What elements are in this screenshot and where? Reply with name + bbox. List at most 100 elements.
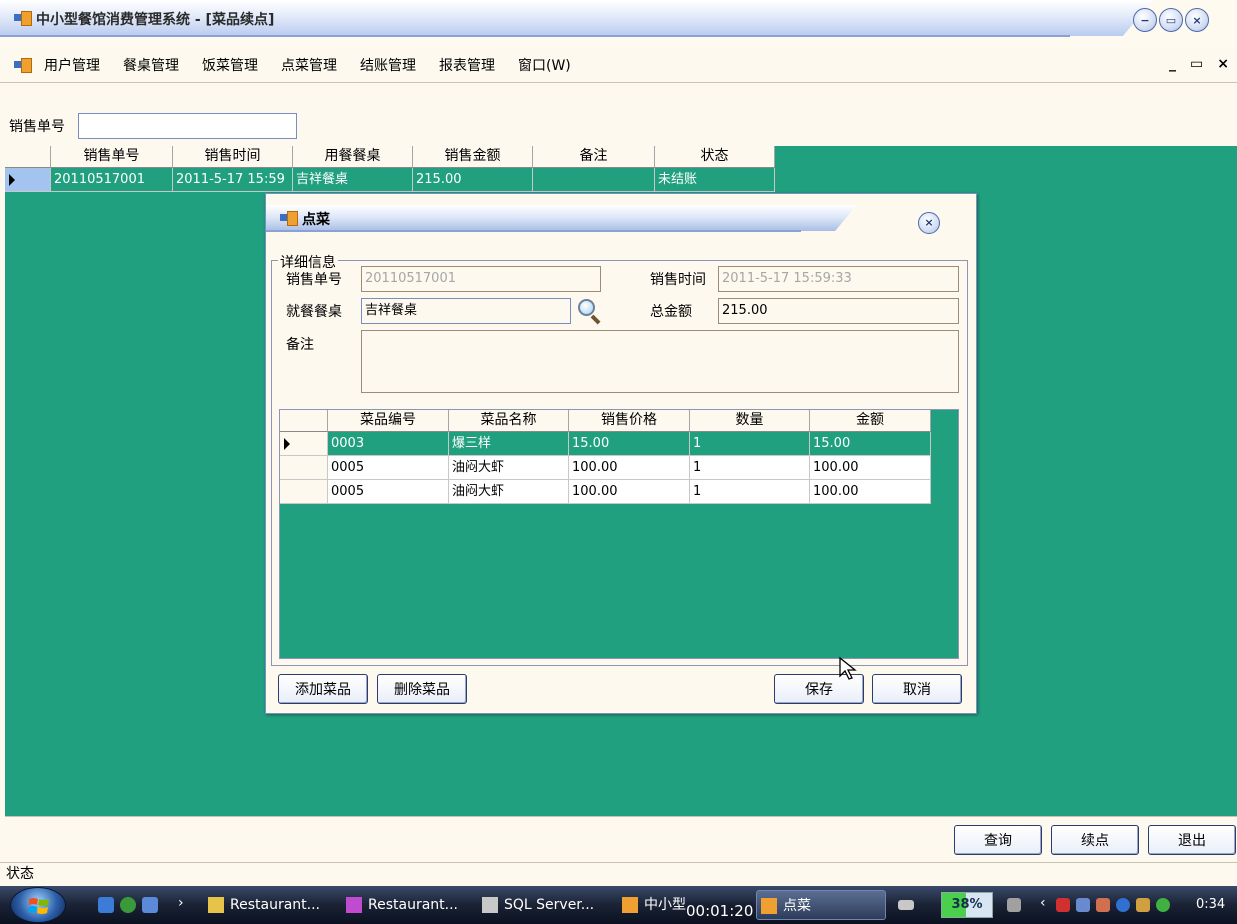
clock[interactable]: 0:34	[1196, 897, 1225, 912]
cell-dish-amount[interactable]: 100.00	[810, 480, 931, 504]
search-icon[interactable]	[576, 297, 602, 325]
cell-status[interactable]: 未结账	[655, 168, 775, 192]
cell-sale-price[interactable]: 100.00	[569, 480, 690, 504]
windows-taskbar: › Restaurant... Restaurant... SQL Server…	[0, 886, 1237, 924]
delete-dish-button[interactable]: 删除菜品	[377, 674, 467, 704]
show-desktop-icon[interactable]	[142, 897, 158, 913]
ie-quicklaunch-icon[interactable]	[98, 897, 114, 913]
menu-report-management[interactable]: 报表管理	[439, 55, 495, 75]
cell-sale-time[interactable]: 2011-5-17 15:59	[173, 168, 293, 192]
cell-dish-code[interactable]: 0005	[328, 456, 449, 480]
taskbar-item-visual-studio[interactable]: Restaurant...	[342, 890, 460, 920]
cell-note[interactable]	[533, 168, 655, 192]
sale-no-search-input[interactable]	[78, 113, 297, 139]
col-table[interactable]: 用餐餐桌	[293, 146, 413, 168]
update-icon[interactable]	[1116, 898, 1130, 912]
cell-table[interactable]: 吉祥餐桌	[293, 168, 413, 192]
note-textarea[interactable]	[361, 330, 959, 393]
mdi-minimize-button[interactable]: _	[1169, 56, 1176, 72]
col-sale-time[interactable]: 销售时间	[173, 146, 293, 168]
window-title: 中小型餐馆消费管理系统 - [菜品续点]	[36, 12, 275, 28]
table-row[interactable]: 0005 油闷大虾 100.00 1 100.00	[280, 480, 931, 504]
col-quantity[interactable]: 数量	[690, 410, 810, 432]
windows-logo-icon	[28, 898, 49, 914]
dining-table-field[interactable]: 吉祥餐桌	[361, 298, 571, 324]
total-amount-label: 总金额	[650, 304, 692, 320]
cell-amount[interactable]: 215.00	[413, 168, 533, 192]
continue-order-button[interactable]: 续点	[1051, 825, 1139, 855]
keyboard-icon[interactable]	[898, 900, 914, 910]
menu-order-management[interactable]: 点菜管理	[281, 55, 337, 75]
exit-button[interactable]: 退出	[1148, 825, 1236, 855]
col-dish-code[interactable]: 菜品编号	[328, 410, 449, 432]
cell-dish-name[interactable]: 油闷大虾	[449, 456, 569, 480]
table-row[interactable]: 20110517001 2011-5-17 15:59 吉祥餐桌 215.00 …	[5, 168, 775, 192]
menu-table-management[interactable]: 餐桌管理	[123, 55, 179, 75]
mdi-close-button[interactable]: ×	[1217, 56, 1229, 72]
add-dish-button[interactable]: 添加菜品	[278, 674, 368, 704]
power-plug-icon[interactable]	[1007, 898, 1021, 912]
magnifier-glass	[578, 299, 595, 316]
tray-expand-icon[interactable]: ‹	[1040, 895, 1046, 911]
total-amount-field[interactable]: 215.00	[718, 298, 959, 324]
cell-dish-code[interactable]: 0003	[328, 432, 449, 456]
cell-dish-amount[interactable]: 15.00	[810, 432, 931, 456]
quicklaunch-more-icon[interactable]: ›	[178, 895, 184, 911]
sale-no-field[interactable]: 20110517001	[361, 266, 601, 292]
col-sale-price[interactable]: 销售价格	[569, 410, 690, 432]
taskbar-item-sql-server[interactable]: SQL Server...	[478, 890, 600, 920]
cell-dish-name[interactable]: 爆三样	[449, 432, 569, 456]
minimize-button[interactable]: −	[1133, 8, 1157, 32]
cell-dish-name[interactable]: 油闷大虾	[449, 480, 569, 504]
table-row[interactable]: 0005 油闷大虾 100.00 1 100.00	[280, 456, 931, 480]
add-icon[interactable]	[1156, 898, 1170, 912]
sale-time-field[interactable]: 2011-5-17 15:59:33	[718, 266, 959, 292]
col-amount[interactable]: 销售金额	[413, 146, 533, 168]
cell-quantity[interactable]: 1	[690, 480, 810, 504]
window-titlebar[interactable]: 中小型餐馆消费管理系统 - [菜品续点] − ▭ ×	[0, 0, 1237, 48]
browser-quicklaunch-icon[interactable]	[120, 897, 136, 913]
dish-grid: 菜品编号 菜品名称 销售价格 数量 金额 0003 爆三样 15.00 1 15…	[279, 409, 959, 659]
cell-dish-code[interactable]: 0005	[328, 480, 449, 504]
row-selector[interactable]	[280, 480, 328, 504]
order-dialog: 点菜 × 详细信息 销售单号 20110517001 销售时间 2011-5-1…	[265, 193, 977, 714]
menu-checkout-management[interactable]: 结账管理	[360, 55, 416, 75]
start-button[interactable]	[10, 887, 66, 923]
menu-dish-management[interactable]: 饭菜管理	[202, 55, 258, 75]
battery-indicator[interactable]: 38%	[941, 892, 993, 918]
close-button[interactable]: ×	[1185, 8, 1209, 32]
cancel-button[interactable]: 取消	[872, 674, 962, 704]
col-note[interactable]: 备注	[533, 146, 655, 168]
security-icon[interactable]	[1096, 898, 1110, 912]
taskbar-item-order-dialog[interactable]: 点菜	[756, 890, 886, 920]
restore-button[interactable]: ▭	[1159, 8, 1183, 32]
table-row[interactable]: 0003 爆三样 15.00 1 15.00	[280, 432, 931, 456]
dialog-titlebar[interactable]: 点菜 ×	[266, 194, 976, 246]
cell-sale-price[interactable]: 100.00	[569, 456, 690, 480]
col-dish-name[interactable]: 菜品名称	[449, 410, 569, 432]
current-row-icon	[9, 174, 15, 186]
mdi-child-icon[interactable]	[14, 58, 32, 73]
mdi-restore-button[interactable]: ▭	[1190, 56, 1203, 72]
taskbar-item-label: 点菜	[783, 898, 811, 914]
cell-dish-amount[interactable]: 100.00	[810, 456, 931, 480]
row-selector[interactable]	[5, 168, 51, 192]
volume-icon[interactable]	[1076, 898, 1090, 912]
row-selector[interactable]	[280, 432, 328, 456]
dialog-close-button[interactable]: ×	[918, 212, 940, 234]
col-status[interactable]: 状态	[655, 146, 775, 168]
menu-user-management[interactable]: 用户管理	[44, 55, 100, 75]
cell-quantity[interactable]: 1	[690, 456, 810, 480]
network-icon[interactable]	[1056, 898, 1070, 912]
col-sale-no[interactable]: 销售单号	[51, 146, 173, 168]
visual-studio-icon	[346, 897, 362, 913]
cell-sale-price[interactable]: 15.00	[569, 432, 690, 456]
taskbar-item-explorer[interactable]: Restaurant...	[204, 890, 322, 920]
tray-app-icon[interactable]	[1136, 898, 1150, 912]
cell-sale-no[interactable]: 20110517001	[51, 168, 173, 192]
col-dish-amount[interactable]: 金额	[810, 410, 931, 432]
cell-quantity[interactable]: 1	[690, 432, 810, 456]
menu-window[interactable]: 窗口(W)	[518, 55, 571, 75]
row-selector[interactable]	[280, 456, 328, 480]
query-button[interactable]: 查询	[954, 825, 1042, 855]
